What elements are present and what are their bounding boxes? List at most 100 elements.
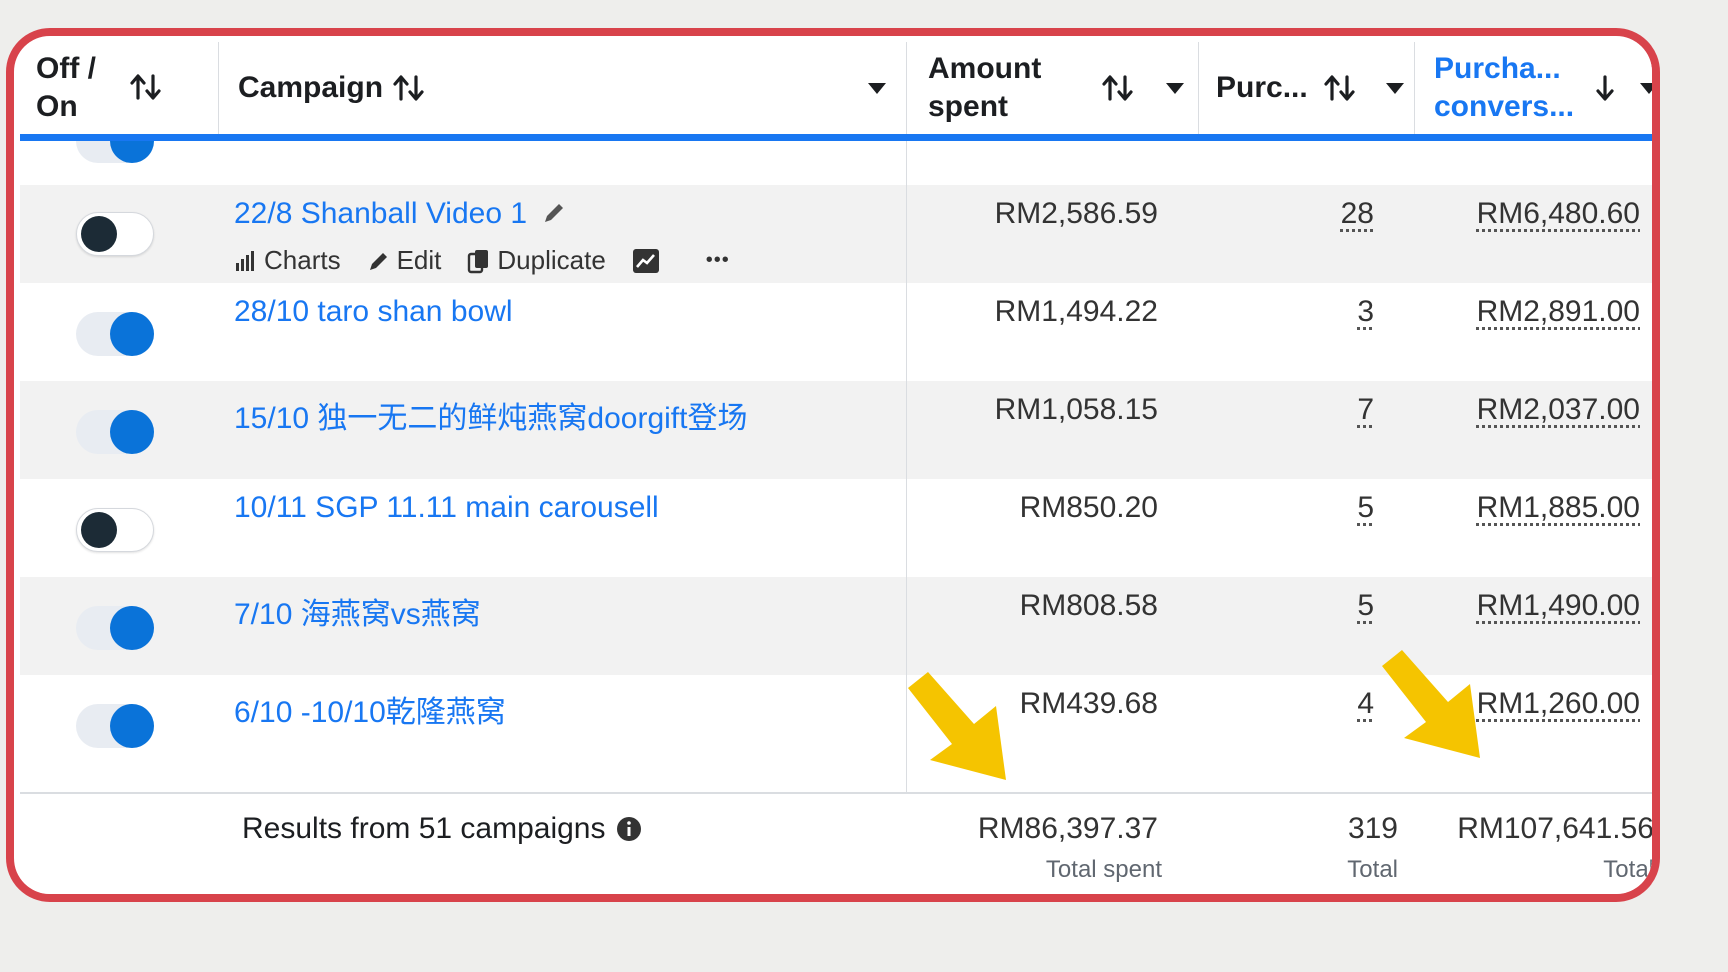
- table-header: Off / On Campaign Amount spent Purc... P…: [20, 42, 1652, 134]
- toggle-switch[interactable]: [76, 312, 154, 356]
- conversion-value[interactable]: RM2,037.00: [1477, 393, 1640, 427]
- header-purchases-label: Purc...: [1216, 71, 1308, 104]
- header-conversion-line2: convers...: [1434, 90, 1575, 123]
- pencil-icon: [369, 252, 387, 270]
- campaign-link[interactable]: 6/10 -10/10乾隆燕窝: [234, 687, 506, 731]
- amount-spent: RM1,494.22: [994, 295, 1158, 328]
- sort-icon[interactable]: [1102, 73, 1134, 103]
- amount-spent: RM850.20: [1019, 491, 1158, 524]
- purchases-count[interactable]: 28: [1341, 197, 1374, 231]
- campaign-link[interactable]: 10/11 SGP 11.11 main carousell: [234, 491, 659, 525]
- campaign-name: 22/8 Shanball Video 1: [234, 197, 528, 230]
- toggle-switch[interactable]: [76, 704, 154, 748]
- header-conversion-col[interactable]: Purcha... convers...: [1434, 42, 1652, 134]
- bar-chart-icon: [236, 250, 254, 271]
- toggle-knob: [110, 704, 154, 748]
- header-amount-col[interactable]: Amount spent: [928, 42, 1198, 134]
- table-row[interactable]: 10/11 SGP 11.11 main carousell RM850.20 …: [20, 479, 1652, 577]
- table-row[interactable]: 22/8 Shanball Video 1 Charts Edit Duplic…: [20, 185, 1652, 283]
- charts-label: Charts: [264, 245, 341, 275]
- charts-button[interactable]: Charts: [234, 245, 341, 276]
- trend-button[interactable]: [632, 248, 666, 274]
- row-actions: Charts Edit Duplicate •••: [234, 245, 756, 276]
- results-summary: Results from 51 campaigns: [242, 812, 642, 846]
- table-footer: Results from 51 campaigns RM86,397.37 To…: [20, 792, 1654, 894]
- arrow-down-icon: [1382, 650, 1480, 758]
- header-campaign-col[interactable]: Campaign: [238, 42, 898, 134]
- header-divider: [218, 42, 219, 134]
- table-row-partial: [20, 141, 1652, 185]
- more-icon: •••: [705, 249, 730, 271]
- header-conversion-label: Purcha... convers...: [1434, 50, 1574, 126]
- total-purchases-label: Total: [1347, 856, 1398, 883]
- conversion-value[interactable]: RM1,490.00: [1477, 589, 1640, 623]
- results-label: Results from 51 campaigns: [242, 812, 606, 845]
- total-purchases-value: 319: [1347, 812, 1398, 845]
- campaign-link[interactable]: 15/10 独一无二的鲜炖燕窝doorgift登场: [234, 393, 747, 437]
- duplicate-icon: [468, 249, 489, 273]
- toggle-knob: [81, 512, 117, 548]
- toggle-knob: [110, 312, 154, 356]
- conversion-value[interactable]: RM1,885.00: [1477, 491, 1640, 525]
- amount-spent: RM2,586.59: [994, 197, 1158, 230]
- chevron-down-icon[interactable]: [1640, 82, 1652, 94]
- campaign-link[interactable]: 7/10 海燕窝vs燕窝: [234, 589, 481, 633]
- total-spent-value: RM86,397.37: [977, 812, 1158, 845]
- purchases-count[interactable]: 4: [1357, 687, 1374, 721]
- purchases-count[interactable]: 7: [1357, 393, 1374, 427]
- header-divider: [906, 42, 907, 134]
- chevron-down-icon[interactable]: [1166, 82, 1184, 94]
- amount-spent: RM808.58: [1019, 589, 1158, 622]
- toggle-knob: [110, 141, 154, 163]
- toggle-knob: [110, 410, 154, 454]
- header-underline: [20, 134, 1652, 141]
- arrow-down-icon: [908, 672, 1006, 780]
- conversion-value[interactable]: RM6,480.60: [1477, 197, 1640, 231]
- toggle-knob: [81, 216, 117, 252]
- header-amount-label: Amount spent: [928, 52, 1042, 123]
- header-divider: [1414, 42, 1415, 134]
- sort-descending-icon[interactable]: [1594, 73, 1616, 103]
- sort-icon[interactable]: [393, 73, 425, 103]
- header-campaign-label: Campaign: [238, 71, 384, 104]
- amount-spent: RM439.68: [1019, 687, 1158, 720]
- duplicate-button[interactable]: Duplicate: [467, 245, 606, 276]
- chevron-down-icon[interactable]: [868, 82, 886, 94]
- campaign-link[interactable]: 28/10 taro shan bowl: [234, 295, 513, 329]
- edit-button[interactable]: Edit: [367, 245, 442, 276]
- sort-icon[interactable]: [130, 72, 162, 102]
- toggle-switch[interactable]: [76, 508, 154, 552]
- conversion-value[interactable]: RM2,891.00: [1477, 295, 1640, 329]
- header-divider: [1198, 42, 1199, 134]
- header-purchases-col[interactable]: Purc...: [1216, 42, 1416, 134]
- trend-chart-icon: [632, 248, 659, 273]
- toggle-switch[interactable]: [76, 212, 154, 256]
- table-row[interactable]: 15/10 独一无二的鲜炖燕窝doorgift登场 RM1,058.15 7 R…: [20, 381, 1652, 479]
- table-row[interactable]: 28/10 taro shan bowl RM1,494.22 3 RM2,89…: [20, 283, 1652, 381]
- total-conversion-value: RM107,641.56: [1457, 812, 1654, 845]
- table-frame: Off / On Campaign Amount spent Purc... P…: [6, 28, 1660, 902]
- toggle-knob: [110, 606, 154, 650]
- toggle-switch[interactable]: [76, 141, 154, 163]
- sort-icon[interactable]: [1324, 73, 1356, 103]
- column-divider: [906, 141, 907, 894]
- campaign-table: Off / On Campaign Amount spent Purc... P…: [20, 42, 1654, 894]
- info-icon[interactable]: [616, 816, 642, 842]
- conversion-value[interactable]: RM1,260.00: [1477, 687, 1640, 721]
- more-options-button[interactable]: •••: [706, 249, 730, 272]
- total-conversion-label: Total: [1603, 856, 1654, 883]
- purchases-count[interactable]: 5: [1357, 589, 1374, 623]
- campaign-link[interactable]: 22/8 Shanball Video 1: [234, 197, 567, 231]
- toggle-switch[interactable]: [76, 606, 154, 650]
- purchases-count[interactable]: 5: [1357, 491, 1374, 525]
- purchases-count[interactable]: 3: [1357, 295, 1374, 329]
- header-conversion-line1: Purcha...: [1434, 52, 1561, 85]
- duplicate-label: Duplicate: [497, 245, 606, 275]
- amount-spent: RM1,058.15: [994, 393, 1158, 426]
- toggle-switch[interactable]: [76, 410, 154, 454]
- pencil-icon[interactable]: [541, 200, 567, 226]
- total-spent-label: Total spent: [1045, 856, 1162, 883]
- header-toggle-col[interactable]: Off / On: [36, 42, 120, 134]
- chevron-down-icon[interactable]: [1386, 82, 1404, 94]
- edit-label: Edit: [396, 245, 442, 275]
